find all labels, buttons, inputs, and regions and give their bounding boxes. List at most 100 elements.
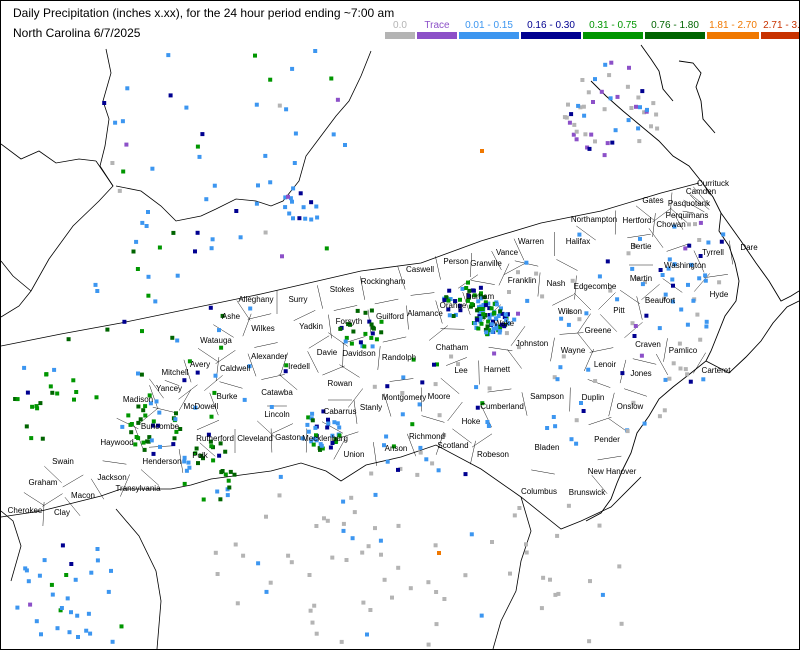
station-dot [242, 397, 247, 402]
station-dot [215, 489, 220, 494]
county-label: Stokes [330, 285, 354, 294]
station-dot [186, 460, 191, 465]
station-dot [283, 369, 288, 374]
station-dot [325, 425, 330, 430]
station-dot [610, 140, 615, 145]
station-dot [370, 331, 375, 336]
station-dot [703, 273, 708, 278]
station-dot [540, 294, 545, 299]
legend-item: 0.16 - 0.30 [521, 20, 581, 39]
station-dot [539, 606, 544, 611]
station-dot [136, 371, 140, 376]
station-dot [396, 565, 401, 570]
station-dot [400, 412, 405, 417]
county-boundary [219, 381, 243, 389]
county-boundary [447, 401, 463, 422]
county-label: Haywood [100, 438, 133, 447]
station-dot [447, 313, 452, 318]
county-label: Gaston [275, 433, 301, 442]
station-dot [415, 472, 420, 477]
county-label: Person [443, 257, 468, 266]
legend-swatch [459, 32, 519, 39]
county-boundary [333, 305, 358, 311]
station-dot [175, 273, 180, 278]
county-label: Surry [288, 295, 307, 304]
station-dot [559, 316, 564, 321]
station-dot [591, 100, 595, 104]
station-dot [426, 642, 431, 647]
station-dot [360, 550, 365, 555]
county-boundary [102, 460, 127, 465]
station-dot [426, 580, 431, 585]
station-dot [600, 592, 605, 597]
legend-swatch [645, 32, 705, 39]
station-dot [649, 124, 653, 129]
station-dot [268, 77, 273, 82]
station-dot [74, 390, 79, 394]
station-dot [555, 533, 560, 538]
county-label: Yadkin [299, 322, 323, 331]
coastline [585, 44, 799, 522]
station-dot [55, 391, 60, 396]
station-dot [508, 571, 512, 576]
station-dot [580, 78, 585, 82]
county-label: Mecklenburg [302, 434, 348, 443]
station-dot [140, 329, 144, 334]
station-dot [368, 608, 373, 612]
station-dot [102, 101, 107, 105]
legend-swatch [417, 32, 457, 39]
station-dot [583, 132, 588, 137]
station-dot [110, 639, 115, 644]
legend-item: 0.01 - 0.15 [459, 20, 519, 39]
station-dot [569, 112, 574, 117]
station-dot [490, 540, 494, 544]
station-dot [95, 547, 100, 551]
station-dot [120, 119, 125, 124]
legend-item: Trace [417, 20, 457, 39]
station-dot [241, 553, 246, 558]
county-boundary [624, 388, 647, 397]
station-dot [363, 331, 368, 336]
station-dot [369, 322, 374, 327]
station-dot [223, 449, 228, 454]
station-dot [195, 144, 200, 149]
county-label: Greene [585, 326, 612, 335]
station-dot [566, 322, 571, 327]
station-dot [417, 402, 422, 407]
county-boundary [116, 417, 139, 430]
legend-item: 1.81 - 2.70 [707, 20, 759, 39]
station-dot [125, 86, 130, 91]
station-dot [140, 220, 145, 225]
station-dot [373, 492, 378, 497]
county-label: Perquimans [666, 211, 709, 220]
county-boundary [435, 256, 441, 280]
station-dot [599, 89, 604, 94]
station-dot [589, 132, 594, 137]
station-dot [88, 631, 93, 636]
station-dot [432, 362, 436, 367]
county-boundary [608, 392, 615, 417]
station-dot [418, 450, 423, 455]
county-label: Randolph [382, 353, 416, 362]
station-dot [469, 532, 474, 537]
station-dot [626, 118, 631, 123]
station-dot [667, 376, 672, 381]
station-dot [369, 335, 374, 340]
county-boundary [382, 336, 407, 343]
county-label: Burke [217, 392, 238, 401]
county-boundary [588, 416, 612, 426]
station-dot [551, 415, 556, 419]
county-label: Anson [385, 444, 408, 453]
station-dot [29, 436, 34, 441]
station-dot [217, 453, 222, 458]
station-dot [184, 105, 189, 110]
station-dot [94, 395, 99, 400]
station-dot [370, 344, 375, 349]
station-dot [235, 601, 240, 606]
county-boundary [308, 335, 330, 349]
county-label: Swain [52, 457, 74, 466]
county-label: Lee [454, 366, 468, 375]
county-boundary [374, 298, 399, 305]
county-boundary [537, 272, 541, 297]
station-dot [225, 493, 230, 498]
